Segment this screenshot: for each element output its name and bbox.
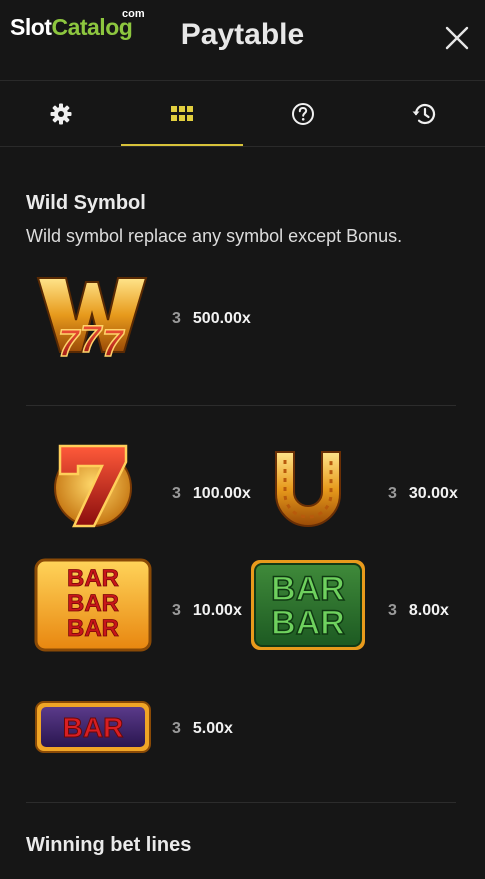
seven-symbol-image [50, 440, 136, 535]
payout-count: 3 [388, 602, 397, 619]
header: SlotCatalog com Paytable [0, 0, 485, 81]
payout-count: 3 [172, 602, 181, 619]
payout-count: 3 [172, 720, 181, 737]
page-title: Paytable [180, 18, 305, 51]
double-bar-symbol-image: BAR BAR [249, 558, 367, 659]
winning-bet-lines-title: Winning bet lines [26, 834, 192, 856]
bar-label: BAR [271, 604, 345, 642]
payout-multiplier: 100.00x [192, 485, 251, 502]
tab-settings[interactable] [0, 81, 121, 146]
history-icon [412, 103, 436, 124]
triple-bar-symbol-image: BAR BAR BAR [34, 558, 152, 659]
gear-icon [50, 103, 72, 124]
bar-label: BAR [67, 615, 119, 642]
svg-text:7: 7 [58, 323, 81, 360]
divider [26, 405, 456, 406]
grid-icon [170, 105, 193, 121]
double-bar-payout: 3 8.00x [388, 602, 449, 620]
tab-help[interactable] [243, 81, 364, 146]
tab-bar [0, 81, 485, 147]
payout-multiplier: 500.00x [192, 310, 251, 327]
wild-description: Wild symbol replace any symbol except Bo… [26, 226, 403, 246]
single-bar-payout: 3 5.00x [172, 720, 233, 738]
wild-title: Wild Symbol [26, 192, 146, 214]
bar-label: BAR [67, 565, 119, 592]
divider [26, 802, 456, 803]
wild-payout: 3 500.00x [172, 310, 251, 328]
bar-label: BAR [63, 712, 124, 743]
payout-multiplier: 8.00x [408, 602, 449, 619]
bar-label: BAR [271, 570, 345, 608]
close-icon [445, 26, 469, 50]
payout-multiplier: 5.00x [192, 720, 233, 737]
bar-label: BAR [67, 590, 119, 617]
seven-payout: 3 100.00x [172, 485, 251, 503]
payout-count: 3 [172, 310, 181, 327]
single-bar-symbol-image: BAR [34, 700, 152, 761]
close-button[interactable] [443, 24, 471, 52]
payout-multiplier: 30.00x [408, 485, 458, 502]
payout-multiplier: 10.00x [192, 602, 242, 619]
svg-text:7: 7 [102, 323, 125, 360]
question-icon [292, 102, 315, 125]
tab-paytable[interactable] [121, 81, 243, 146]
horseshoe-payout: 3 30.00x [388, 485, 458, 503]
horseshoe-symbol-image [270, 444, 346, 537]
tab-history[interactable] [364, 81, 485, 146]
payout-count: 3 [172, 485, 181, 502]
triple-bar-payout: 3 10.00x [172, 602, 242, 620]
payout-count: 3 [388, 485, 397, 502]
svg-text:7: 7 [80, 319, 103, 360]
wild-symbol-image: 777 [36, 268, 148, 366]
